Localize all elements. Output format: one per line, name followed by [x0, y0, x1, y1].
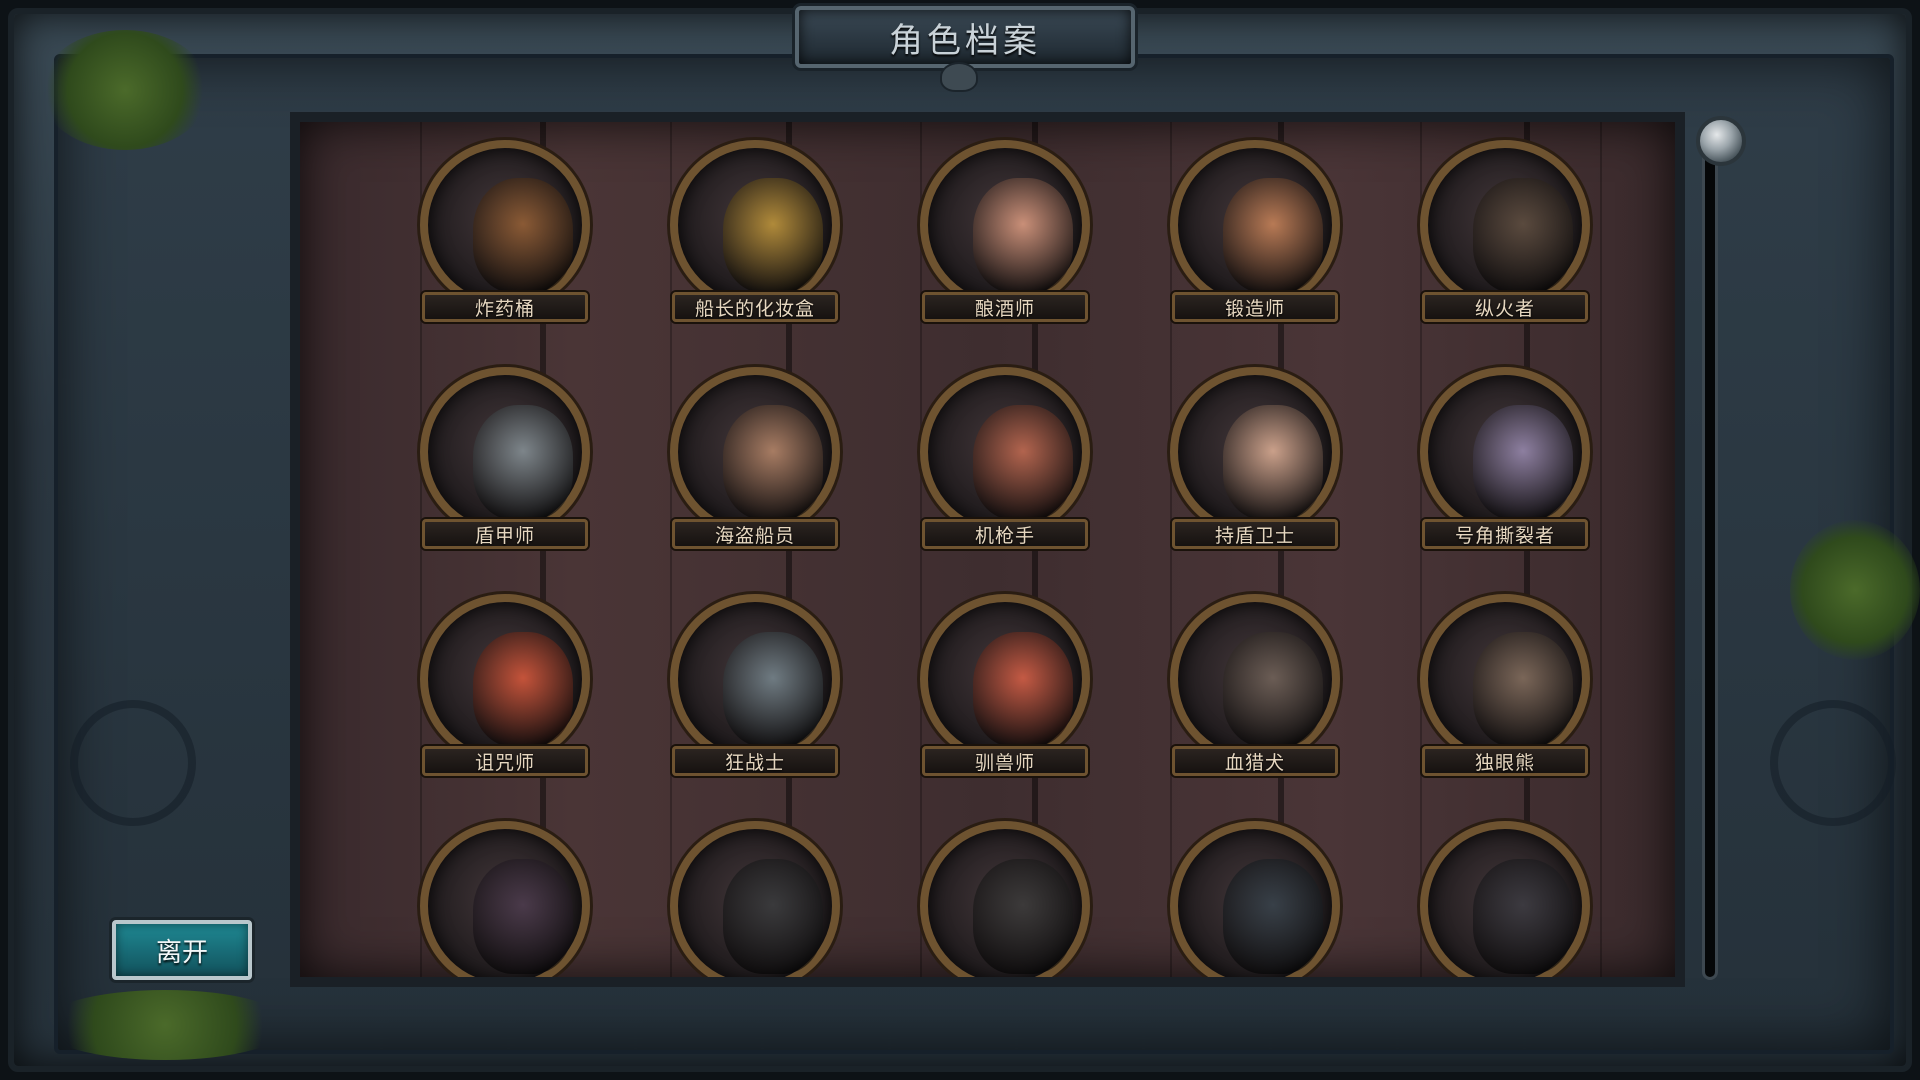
character-portrait[interactable] — [910, 821, 1100, 977]
character-portrait[interactable]: 炸药桶 — [410, 140, 600, 330]
powder-keg-icon — [473, 178, 573, 293]
portrait-frame — [420, 594, 590, 764]
portrait-frame — [670, 821, 840, 977]
portrait-frame — [1420, 821, 1590, 977]
character-portrait[interactable]: 锻造师 — [1160, 140, 1350, 330]
page-title: 角色档案 — [889, 20, 1041, 61]
character-portrait[interactable]: 纵火者 — [1410, 140, 1600, 330]
straw-hat-mushroom-icon — [1473, 859, 1573, 974]
character-portrait[interactable]: 驯兽师 — [910, 594, 1100, 784]
character-portrait[interactable]: 持盾卫士 — [1160, 367, 1350, 557]
arsonist-icon — [1473, 178, 1573, 293]
portrait-frame — [1420, 594, 1590, 764]
portrait-frame — [670, 594, 840, 764]
character-name: 血猎犬 — [1172, 746, 1338, 776]
portrait-frame — [920, 367, 1090, 537]
character-portrait[interactable] — [410, 821, 600, 977]
character-name: 号角撕裂者 — [1422, 519, 1588, 549]
straw-hat-ninja-icon — [1223, 859, 1323, 974]
portrait-frame — [1420, 140, 1590, 310]
berserker-icon — [723, 632, 823, 747]
blacksmith-icon — [1223, 178, 1323, 293]
character-portrait[interactable]: 诅咒师 — [410, 594, 600, 784]
character-name: 酿酒师 — [922, 292, 1088, 322]
character-name: 狂战士 — [672, 746, 838, 776]
character-portrait[interactable]: 船长的化妆盒 — [660, 140, 850, 330]
scrollbar-thumb[interactable] — [1696, 116, 1746, 166]
beast-tamer-icon — [973, 632, 1073, 747]
character-gallery: 炸药桶 船长的化妆盒 酿酒师 锻造师 纵火者盾甲师 海盗船员 机枪手 持盾卫士 号角撕裂者诅咒师… — [290, 112, 1685, 987]
one-eyed-bear-icon — [1473, 632, 1573, 747]
character-portrait[interactable]: 酿酒师 — [910, 140, 1100, 330]
portrait-frame — [1170, 140, 1340, 310]
shield-armorer-icon — [473, 405, 573, 520]
rabbit-silhouette-icon — [723, 859, 823, 974]
exit-button[interactable]: 离开 — [112, 920, 252, 980]
cyclops-silhouette-icon — [973, 859, 1073, 974]
portrait-frame — [1170, 821, 1340, 977]
character-portrait[interactable]: 号角撕裂者 — [1410, 367, 1600, 557]
carved-swirl-ornament — [1770, 700, 1896, 826]
portrait-frame — [670, 367, 840, 537]
character-portrait[interactable]: 盾甲师 — [410, 367, 600, 557]
portrait-frame — [920, 594, 1090, 764]
character-portrait[interactable]: 机枪手 — [910, 367, 1100, 557]
portrait-frame — [420, 367, 590, 537]
skull-icon — [940, 62, 978, 92]
character-name: 诅咒师 — [422, 746, 588, 776]
carved-swirl-ornament — [70, 700, 196, 826]
character-name: 驯兽师 — [922, 746, 1088, 776]
title-plate: 角色档案 — [795, 6, 1135, 68]
character-name: 锻造师 — [1172, 292, 1338, 322]
portrait-frame — [670, 140, 840, 310]
portrait-frame — [420, 821, 590, 977]
bloodhound-icon — [1223, 632, 1323, 747]
curser-icon — [473, 632, 573, 747]
character-portrait[interactable]: 狂战士 — [660, 594, 850, 784]
portrait-frame — [420, 140, 590, 310]
character-portrait[interactable]: 海盗船员 — [660, 367, 850, 557]
character-portrait[interactable] — [1410, 821, 1600, 977]
moss-decoration — [1790, 520, 1920, 660]
character-portrait[interactable] — [660, 821, 850, 977]
moss-decoration — [40, 30, 210, 150]
portrait-frame — [920, 821, 1090, 977]
horn-ripper-icon — [1473, 405, 1573, 520]
portrait-frame — [920, 140, 1090, 310]
shield-guard-icon — [1223, 405, 1323, 520]
character-name: 纵火者 — [1422, 292, 1588, 322]
character-portrait[interactable] — [1160, 821, 1350, 977]
character-portrait[interactable]: 血猎犬 — [1160, 594, 1350, 784]
portrait-frame — [1420, 367, 1590, 537]
character-portrait[interactable]: 独眼熊 — [1410, 594, 1600, 784]
character-name: 炸药桶 — [422, 292, 588, 322]
character-name: 海盗船员 — [672, 519, 838, 549]
portrait-frame — [1170, 594, 1340, 764]
character-name: 独眼熊 — [1422, 746, 1588, 776]
pirate-crew-icon — [723, 405, 823, 520]
machine-gunner-icon — [973, 405, 1073, 520]
portrait-frame — [1170, 367, 1340, 537]
character-name: 机枪手 — [922, 519, 1088, 549]
character-name: 船长的化妆盒 — [672, 292, 838, 322]
moss-decoration — [40, 990, 290, 1060]
vanity-chest-icon — [723, 178, 823, 293]
scrollbar-track[interactable] — [1702, 135, 1718, 980]
character-name: 盾甲师 — [422, 519, 588, 549]
character-name: 持盾卫士 — [1172, 519, 1338, 549]
brewer-icon — [973, 178, 1073, 293]
witch-hat-silhouette-icon — [473, 859, 573, 974]
